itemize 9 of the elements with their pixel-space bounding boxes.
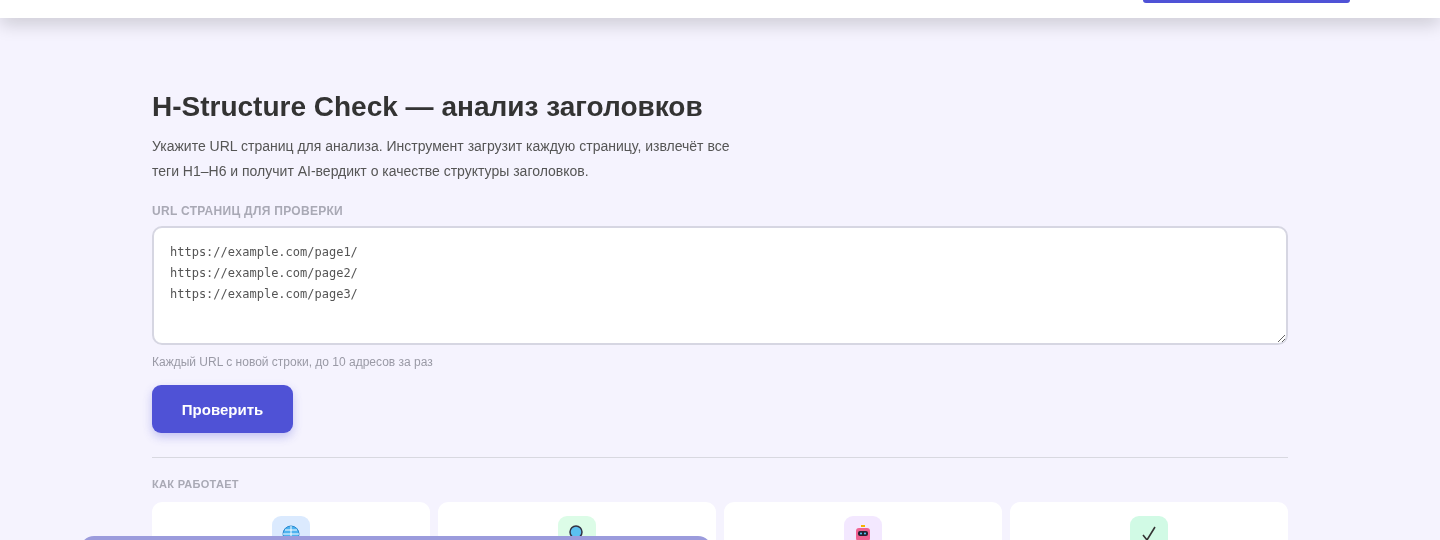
url-input-field[interactable]: https://example.com/page1/ https://example.com/page2/ https://example.com/page3/ bbox=[152, 226, 1288, 345]
field-label: URL СТРАНИЦ ДЛЯ ПРОВЕРКИ bbox=[152, 204, 345, 218]
page-title: H-Structure Check — анализ заголовков bbox=[152, 90, 704, 124]
robot-icon bbox=[853, 524, 873, 540]
description: Укажите URL страниц для анализа. Инструмент загрузит каждую страницу, извлечёт все теги H1–H6 и получит AI-вердикт о качестве структуры заголовков. bbox=[152, 137, 731, 181]
check-button[interactable]: Проверить bbox=[152, 385, 293, 433]
checkmark-icon bbox=[1139, 524, 1159, 540]
field-hint: Каждый URL с новой строки, до 10 адресов за раз bbox=[152, 355, 434, 369]
section-heading: КАК РАБОТАЕТ bbox=[152, 478, 240, 490]
